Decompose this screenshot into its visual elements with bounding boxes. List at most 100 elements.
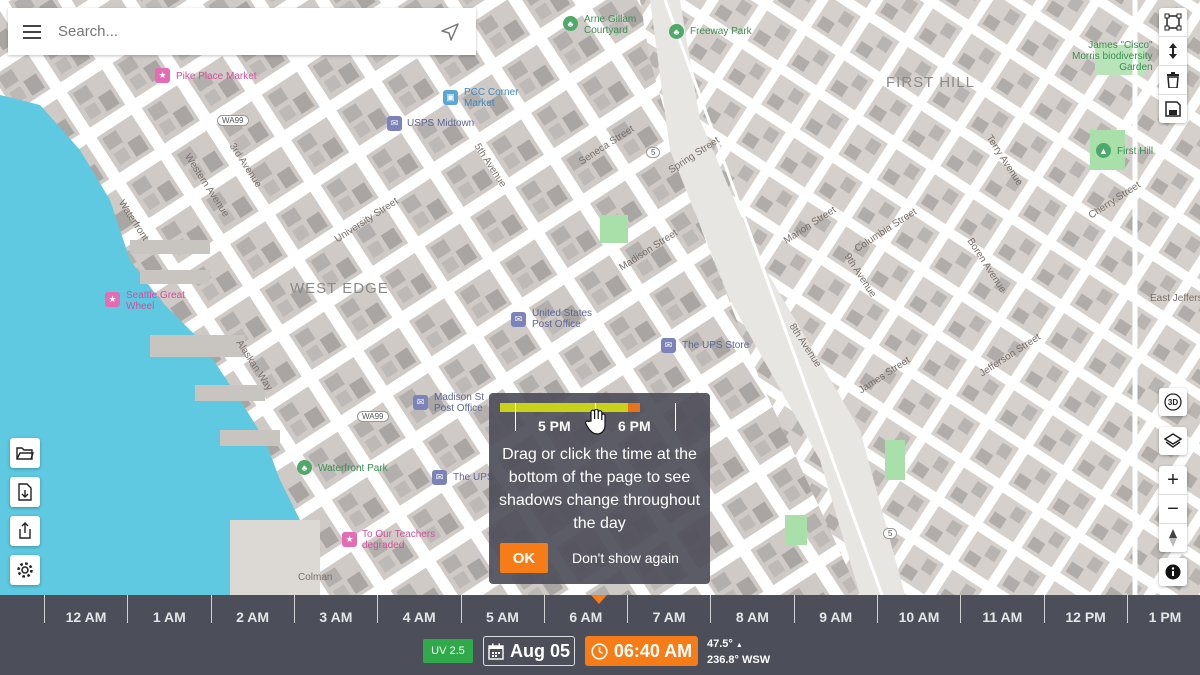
hour-label[interactable]: 1 PM bbox=[1130, 609, 1200, 625]
hour-label[interactable]: 3 AM bbox=[301, 609, 371, 625]
menu-icon[interactable] bbox=[8, 8, 56, 55]
poi-label-first-hill-park: First Hill bbox=[1117, 146, 1154, 157]
info-icon[interactable] bbox=[1159, 558, 1187, 586]
hand-cursor-icon bbox=[584, 408, 606, 440]
hour-tick bbox=[210, 595, 212, 623]
hour-tick bbox=[293, 595, 295, 623]
hour-label[interactable]: 6 AM bbox=[551, 609, 621, 625]
settings-gear-icon[interactable] bbox=[10, 555, 40, 585]
time-value: 06:40 AM bbox=[613, 640, 693, 661]
zoom-out-icon[interactable]: − bbox=[1159, 495, 1187, 524]
attraction-icon: ★ bbox=[342, 532, 357, 547]
hour-tick bbox=[460, 595, 462, 623]
park-icon: ▲ bbox=[1096, 143, 1111, 158]
ok-button[interactable]: OK bbox=[500, 543, 548, 573]
tooltip-label-5pm: 5 PM bbox=[538, 418, 571, 434]
attraction-icon: ★ bbox=[155, 68, 170, 83]
poi-label-arne-gillam: Arne Gillam Courtyard bbox=[584, 14, 637, 36]
hour-tick bbox=[877, 595, 878, 623]
tooltip-label-6pm: 6 PM bbox=[618, 418, 651, 434]
street-label: East Jefferson bbox=[1150, 293, 1200, 304]
save-icon[interactable] bbox=[1159, 95, 1187, 123]
zoom-controls: + − bbox=[1159, 466, 1187, 552]
post-office-icon: ✉ bbox=[413, 395, 428, 410]
hour-label[interactable]: 12 PM bbox=[1051, 609, 1121, 625]
hour-label[interactable]: 4 AM bbox=[384, 609, 454, 625]
clock-icon bbox=[591, 642, 608, 660]
post-office-icon: ✉ bbox=[511, 312, 526, 327]
park-icon: ♣ bbox=[669, 24, 684, 39]
park-icon: ♣ bbox=[297, 460, 312, 475]
hour-tick bbox=[1043, 595, 1045, 623]
time-picker[interactable]: 06:40 AM bbox=[585, 636, 698, 666]
sun-altitude: 47.5° bbox=[707, 638, 733, 650]
hour-label[interactable]: 8 AM bbox=[717, 609, 787, 625]
trash-icon[interactable] bbox=[1159, 66, 1187, 95]
date-value: Aug 05 bbox=[509, 640, 570, 661]
3d-view-icon[interactable]: 3D bbox=[1159, 388, 1187, 416]
navigate-icon[interactable] bbox=[424, 8, 476, 55]
poi-label-cisco-morris: James "Cisco" Morris biodiversity Garden bbox=[1072, 40, 1153, 73]
highway-shield: WA99 bbox=[217, 115, 249, 126]
onboarding-tooltip: 5 PM 6 PM Drag or click the time at the … bbox=[489, 393, 710, 584]
draw-polygon-icon[interactable] bbox=[1159, 8, 1187, 37]
street-label: Colman bbox=[298, 572, 333, 583]
sun-azimuth: 236.8° WSW bbox=[707, 654, 771, 666]
post-office-icon: ✉ bbox=[432, 470, 447, 485]
poi-label-us-post-office: United States Post Office bbox=[532, 308, 593, 330]
poi-label-madison-post: Madison St Post Office bbox=[434, 392, 485, 414]
poi-label-usps-midtown: USPS Midtown bbox=[407, 118, 475, 129]
hour-tick bbox=[710, 595, 712, 623]
drawing-toolbar bbox=[1159, 8, 1187, 123]
tooltip-message: Drag or click the time at the bottom of … bbox=[498, 446, 701, 532]
current-time-marker[interactable] bbox=[591, 595, 607, 604]
zoom-in-icon[interactable]: + bbox=[1159, 466, 1187, 495]
post-office-icon: ✉ bbox=[661, 338, 676, 353]
poi-label-freeway-park: Freeway Park bbox=[690, 26, 752, 37]
sun-altitude-arrow-icon: ▲ bbox=[735, 642, 743, 649]
svg-text:3D: 3D bbox=[1168, 398, 1178, 407]
hour-tick bbox=[44, 595, 45, 623]
hour-label[interactable]: 1 AM bbox=[134, 609, 204, 625]
compass-icon[interactable] bbox=[1159, 524, 1187, 552]
hour-label[interactable]: 5 AM bbox=[468, 609, 538, 625]
hour-tick bbox=[377, 595, 379, 623]
hour-tick bbox=[543, 595, 545, 623]
poi-label-pcc: PCC Corner Market bbox=[464, 87, 519, 109]
tick bbox=[515, 403, 516, 431]
layers-icon[interactable] bbox=[1159, 427, 1187, 455]
post-office-icon: ✉ bbox=[387, 116, 402, 131]
sun-hours-bar bbox=[500, 403, 640, 412]
open-folder-icon[interactable] bbox=[10, 438, 40, 468]
park-icon: ♣ bbox=[563, 16, 578, 31]
poi-label-ups-store: The UPS Store bbox=[682, 340, 750, 351]
poi-label-great-wheel: Seattle Great Wheel bbox=[126, 290, 185, 312]
poi-label-waterfront-park: Waterfront Park bbox=[318, 463, 388, 474]
highway-shield: 5 bbox=[646, 147, 661, 158]
hour-label[interactable]: 7 AM bbox=[634, 609, 704, 625]
date-picker[interactable]: Aug 05 bbox=[483, 636, 575, 666]
hour-tick bbox=[793, 595, 795, 623]
hour-tick bbox=[1126, 595, 1128, 623]
district-label-first-hill: FIRST HILL bbox=[886, 74, 975, 91]
poi-label-teachers: To Our Teachers degraded bbox=[362, 529, 436, 551]
share-icon[interactable] bbox=[10, 516, 40, 546]
poi-label-ups-partial: The UPS bbox=[453, 472, 494, 483]
attraction-icon: ★ bbox=[105, 292, 120, 307]
hour-label[interactable]: 10 AM bbox=[884, 609, 954, 625]
sunset-bar-segment bbox=[628, 403, 640, 412]
highway-shield: 5 bbox=[883, 528, 898, 539]
hour-label[interactable]: 12 AM bbox=[51, 609, 121, 625]
sun-position-info: 47.5° ▲ 236.8° WSW bbox=[707, 637, 770, 668]
grocery-icon: ▣ bbox=[443, 90, 458, 105]
dont-show-again-link[interactable]: Don't show again bbox=[572, 550, 679, 566]
poi-label-pike-place: Pike Place Market bbox=[176, 71, 257, 82]
search-input[interactable] bbox=[56, 22, 424, 41]
uv-index-badge: UV 2.5 bbox=[423, 639, 473, 663]
height-arrow-icon[interactable] bbox=[1159, 37, 1187, 66]
hour-label[interactable]: 2 AM bbox=[218, 609, 288, 625]
hour-label[interactable]: 11 AM bbox=[967, 609, 1037, 625]
tick bbox=[675, 403, 676, 431]
hour-label[interactable]: 9 AM bbox=[801, 609, 871, 625]
import-file-icon[interactable] bbox=[10, 477, 40, 507]
